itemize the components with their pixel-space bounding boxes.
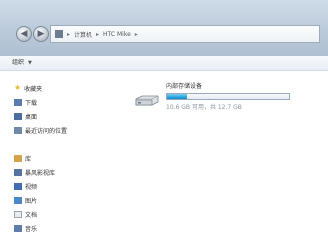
sidebar-item-storm-video[interactable]: 暴风影视库 (14, 167, 55, 177)
breadcrumb-htc[interactable]: HTC Mike (103, 31, 131, 38)
sidebar-item-label: 库 (25, 155, 32, 163)
organize-button[interactable]: 组织 ▼ (12, 56, 32, 70)
star-icon: ★ (14, 83, 22, 92)
removable-drive-icon[interactable] (134, 95, 160, 107)
sidebar-item-libraries[interactable]: 库 (14, 153, 31, 163)
back-button[interactable]: ◀ (16, 26, 32, 42)
content-pane: 内部存储设备 10.6 GB 可用，共 12.7 GB (118, 71, 328, 242)
address-bar[interactable]: ▸ 计算机 ▸ HTC Mike ▸ (50, 25, 320, 43)
sidebar-item-music[interactable]: 音乐 (14, 223, 37, 233)
breadcrumb-separator: ▸ (67, 30, 71, 38)
breadcrumb-separator: ▸ (96, 30, 100, 38)
picture-icon (14, 196, 22, 204)
desktop-icon (14, 112, 22, 120)
sidebar-item-downloads[interactable]: 下载 (14, 97, 37, 107)
breadcrumb-separator: ▸ (134, 30, 138, 38)
storage-usage-bar (166, 93, 290, 100)
forward-button[interactable]: ▶ (33, 26, 49, 42)
sidebar-item-label: 图片 (25, 197, 38, 205)
sidebar-item-videos[interactable]: 视频 (14, 181, 37, 191)
sidebar-item-label: 桌面 (25, 113, 38, 121)
sidebar-item-label: 收藏夹 (24, 85, 43, 93)
drive-capacity-text: 10.6 GB 可用，共 12.7 GB (166, 104, 242, 111)
chevron-down-icon: ▼ (27, 60, 32, 66)
sidebar-item-pictures[interactable]: 图片 (14, 195, 37, 205)
document-icon (14, 210, 22, 218)
sidebar-item-label: 下载 (25, 99, 38, 107)
recent-places-icon (14, 126, 22, 134)
title-bar: ◀ ▶ ▸ 计算机 ▸ HTC Mike ▸ (0, 0, 328, 56)
storage-usage-fill (167, 94, 188, 99)
breadcrumb-computer[interactable]: 计算机 (74, 30, 92, 39)
sidebar-item-label: 视频 (25, 183, 38, 191)
explorer-window: ◀ ▶ ▸ 计算机 ▸ HTC Mike ▸ 组织 ▼ ★ 收藏夹 下载 桌面 (0, 0, 328, 242)
sidebar-item-desktop[interactable]: 桌面 (14, 111, 37, 121)
video-library-icon (14, 168, 22, 176)
computer-icon (55, 30, 63, 38)
sidebar-item-label: 最近访问的位置 (25, 127, 68, 135)
video-icon (14, 182, 22, 190)
library-icon (14, 154, 22, 162)
sidebar-item-recent[interactable]: 最近访问的位置 (14, 125, 67, 135)
download-icon (14, 98, 22, 106)
sidebar-item-label: 暴风影视库 (25, 169, 56, 177)
command-bar: 组织 ▼ (0, 56, 328, 71)
sidebar-item-label: 音乐 (25, 225, 38, 233)
sidebar-item-label: 文档 (25, 211, 38, 219)
sidebar-item-favorites[interactable]: ★ 收藏夹 (14, 83, 42, 93)
drive-title[interactable]: 内部存储设备 (166, 81, 202, 90)
organize-label: 组织 (12, 59, 25, 66)
sidebar-item-documents[interactable]: 文档 (14, 209, 37, 219)
navigation-pane: ★ 收藏夹 下载 桌面 最近访问的位置 库 暴风影视库 视频 图片 文档 音乐 (0, 71, 118, 242)
music-icon (14, 224, 22, 232)
